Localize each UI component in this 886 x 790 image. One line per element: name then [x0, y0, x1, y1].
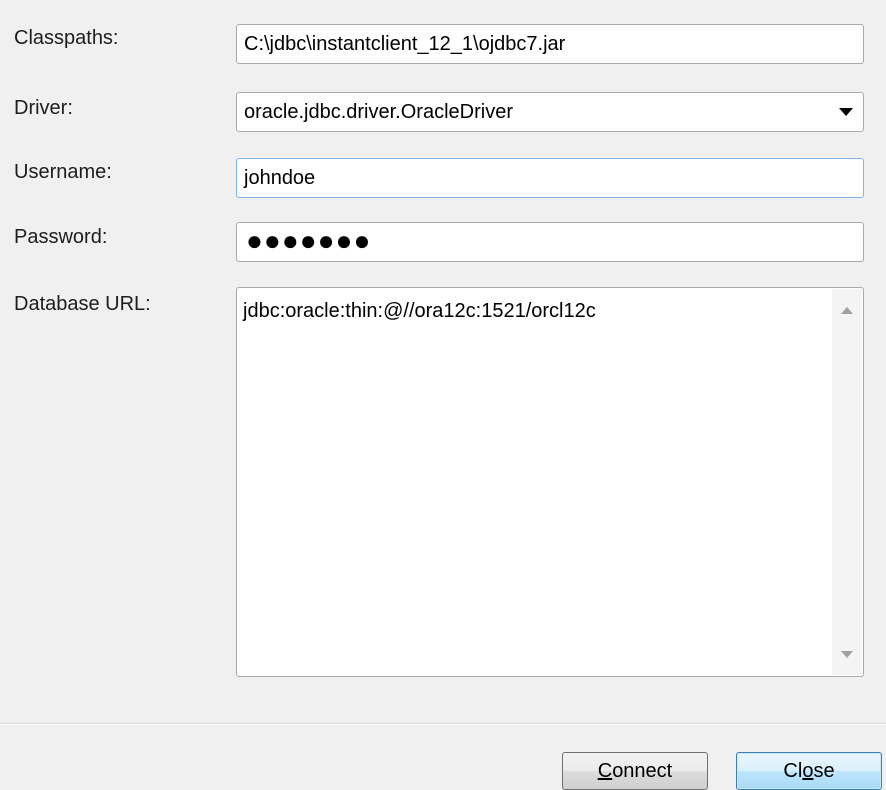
- scroll-up-arrow-icon[interactable]: [832, 295, 862, 325]
- password-label: Password:: [14, 226, 108, 248]
- username-label: Username:: [14, 161, 112, 183]
- classpaths-label: Classpaths:: [14, 27, 119, 49]
- database-url-value: jdbc:oracle:thin:@//ora12c:1521/orcl12c: [243, 300, 596, 322]
- password-field[interactable]: ●●●●●●●: [236, 222, 864, 262]
- close-button-label-rest: se: [813, 759, 835, 782]
- connect-button-label-rest: onnect: [612, 759, 673, 782]
- vertical-scrollbar[interactable]: [832, 289, 862, 675]
- chevron-down-icon[interactable]: [837, 103, 855, 121]
- close-button-mnemonic: o: [802, 759, 814, 782]
- password-masked-value: ●●●●●●●: [246, 224, 372, 256]
- scroll-down-arrow-icon[interactable]: [832, 639, 862, 669]
- username-field[interactable]: johndoe: [236, 158, 864, 198]
- username-value: johndoe: [244, 166, 316, 189]
- database-url-label: Database URL:: [14, 293, 151, 315]
- connect-button[interactable]: Connect: [562, 752, 708, 790]
- driver-label: Driver:: [14, 97, 73, 119]
- classpaths-value: C:\jdbc\instantclient_12_1\ojdbc7.jar: [244, 32, 566, 55]
- close-button[interactable]: Cl o se: [736, 752, 882, 790]
- classpaths-field[interactable]: C:\jdbc\instantclient_12_1\ojdbc7.jar: [236, 24, 864, 64]
- footer-divider-highlight: [0, 724, 886, 725]
- connection-form: Classpaths: C:\jdbc\instantclient_12_1\o…: [0, 0, 886, 720]
- connect-button-mnemonic: C: [597, 759, 613, 782]
- driver-value: oracle.jdbc.driver.OracleDriver: [244, 100, 513, 123]
- driver-select[interactable]: oracle.jdbc.driver.OracleDriver: [236, 92, 864, 132]
- close-button-label-pre: Cl: [783, 759, 803, 782]
- database-url-textarea[interactable]: jdbc:oracle:thin:@//ora12c:1521/orcl12c: [236, 287, 864, 677]
